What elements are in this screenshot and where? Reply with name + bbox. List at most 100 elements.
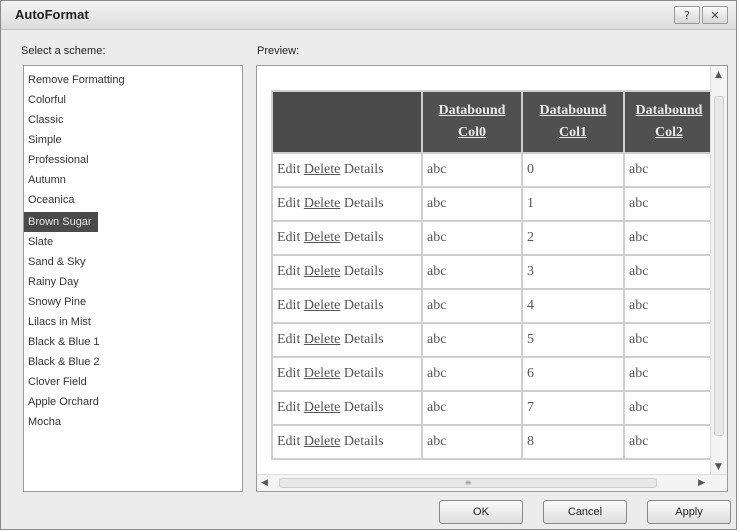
cell-c0: abc: [421, 220, 523, 256]
header-col0: Databound Col0: [421, 90, 523, 154]
scheme-item[interactable]: Classic: [24, 110, 242, 130]
details-link[interactable]: Details: [344, 230, 384, 245]
details-link[interactable]: Details: [344, 366, 384, 381]
details-link[interactable]: Details: [344, 196, 384, 211]
scheme-item[interactable]: Mocha: [24, 412, 242, 432]
edit-link[interactable]: Edit: [277, 264, 300, 279]
delete-link[interactable]: Delete: [304, 400, 341, 415]
title-bar: AutoFormat ? ✕: [1, 1, 736, 30]
delete-link[interactable]: Delete: [304, 196, 341, 211]
edit-link[interactable]: Edit: [277, 332, 300, 347]
scroll-up-icon[interactable]: ▲: [715, 70, 722, 80]
apply-button[interactable]: Apply: [647, 500, 731, 524]
action-cell: Edit Delete Details: [271, 322, 423, 358]
cell-c2: abc: [623, 254, 715, 290]
select-scheme-label: Select a scheme:: [21, 45, 106, 57]
cell-c2: abc: [623, 424, 715, 460]
header-col0-line2: Col0: [458, 125, 486, 140]
cancel-button[interactable]: Cancel: [543, 500, 627, 524]
details-link[interactable]: Details: [344, 264, 384, 279]
vertical-scroll-thumb[interactable]: [714, 96, 724, 436]
cell-c0: abc: [421, 186, 523, 222]
table-row: Edit Delete Details abc 6 abc: [271, 356, 715, 392]
action-cell: Edit Delete Details: [271, 186, 423, 222]
delete-link[interactable]: Delete: [304, 434, 341, 449]
scheme-item[interactable]: Remove Formatting: [24, 70, 242, 90]
details-link[interactable]: Details: [344, 400, 384, 415]
header-col1: Databound Col1: [521, 90, 625, 154]
table-row: Edit Delete Details abc 5 abc: [271, 322, 715, 358]
delete-link[interactable]: Delete: [304, 162, 341, 177]
preview-label: Preview:: [257, 45, 300, 57]
cell-c0: abc: [421, 356, 523, 392]
delete-link[interactable]: Delete: [304, 298, 341, 313]
scheme-item[interactable]: Clover Field: [24, 372, 242, 392]
scroll-right-icon[interactable]: ▶: [698, 478, 705, 488]
edit-link[interactable]: Edit: [277, 366, 300, 381]
action-cell: Edit Delete Details: [271, 356, 423, 392]
vertical-scrollbar[interactable]: ▲ ▼: [710, 66, 727, 476]
close-icon[interactable]: ✕: [702, 6, 728, 24]
cell-c1: 2: [521, 220, 625, 256]
details-link[interactable]: Details: [344, 298, 384, 313]
delete-link[interactable]: Delete: [304, 230, 341, 245]
details-link[interactable]: Details: [344, 332, 384, 347]
action-cell: Edit Delete Details: [271, 390, 423, 426]
ok-button[interactable]: OK: [439, 500, 523, 524]
cell-c1: 4: [521, 288, 625, 324]
cell-c1: 6: [521, 356, 625, 392]
cell-c1: 7: [521, 390, 625, 426]
cell-c2: abc: [623, 322, 715, 358]
scheme-item[interactable]: Black & Blue 2: [24, 352, 242, 372]
header-col1-line2: Col1: [559, 125, 587, 140]
delete-link[interactable]: Delete: [304, 332, 341, 347]
details-link[interactable]: Details: [344, 162, 384, 177]
scheme-item[interactable]: Colorful: [24, 90, 242, 110]
scheme-item[interactable]: Autumn: [24, 170, 242, 190]
scheme-item[interactable]: Apple Orchard: [24, 392, 242, 412]
action-cell: Edit Delete Details: [271, 254, 423, 290]
scheme-item[interactable]: Rainy Day: [24, 272, 242, 292]
scheme-item[interactable]: Black & Blue 1: [24, 332, 242, 352]
edit-link[interactable]: Edit: [277, 162, 300, 177]
preview-pane: Databound Col0 Databound Col1 Databound Col…: [256, 65, 728, 492]
edit-link[interactable]: Edit: [277, 196, 300, 211]
preview-grid: Databound Col0 Databound Col1 Databound Col…: [271, 90, 715, 460]
header-blank: [271, 90, 423, 154]
edit-link[interactable]: Edit: [277, 230, 300, 245]
delete-link[interactable]: Delete: [304, 366, 341, 381]
cell-c1: 0: [521, 152, 625, 188]
cell-c2: abc: [623, 152, 715, 188]
action-cell: Edit Delete Details: [271, 220, 423, 256]
scheme-item[interactable]: Snowy Pine: [24, 292, 242, 312]
edit-link[interactable]: Edit: [277, 434, 300, 449]
scheme-item[interactable]: Professional: [24, 150, 242, 170]
scheme-item[interactable]: Sand & Sky: [24, 252, 242, 272]
details-link[interactable]: Details: [344, 434, 384, 449]
cell-c0: abc: [421, 322, 523, 358]
cell-c1: 5: [521, 322, 625, 358]
scroll-down-icon[interactable]: ▼: [715, 462, 722, 472]
cell-c2: abc: [623, 356, 715, 392]
edit-link[interactable]: Edit: [277, 400, 300, 415]
header-col2: Databound Col2: [623, 90, 715, 154]
header-col2-line1: Databound: [635, 103, 703, 118]
scroll-left-icon[interactable]: ◀: [261, 478, 268, 488]
horizontal-scroll-thumb[interactable]: ≡: [279, 478, 657, 488]
header-col2-line2: Col2: [655, 125, 683, 140]
cell-c2: abc: [623, 390, 715, 426]
scheme-item[interactable]: Slate: [24, 232, 242, 252]
scheme-item[interactable]: Simple: [24, 130, 242, 150]
cell-c0: abc: [421, 390, 523, 426]
scheme-list[interactable]: Remove Formatting Colorful Classic Simple Pr…: [23, 65, 243, 492]
table-row: Edit Delete Details abc 8 abc: [271, 424, 715, 460]
horizontal-scrollbar[interactable]: ◀ ≡ ▶: [257, 474, 727, 491]
scheme-item[interactable]: Brown Sugar: [24, 212, 98, 232]
scheme-item[interactable]: Oceanica: [24, 190, 242, 210]
scheme-item[interactable]: Lilacs in Mist: [24, 312, 242, 332]
header-col0-line1: Databound: [438, 103, 506, 118]
delete-link[interactable]: Delete: [304, 264, 341, 279]
help-icon[interactable]: ?: [674, 6, 700, 24]
action-cell: Edit Delete Details: [271, 152, 423, 188]
edit-link[interactable]: Edit: [277, 298, 300, 313]
